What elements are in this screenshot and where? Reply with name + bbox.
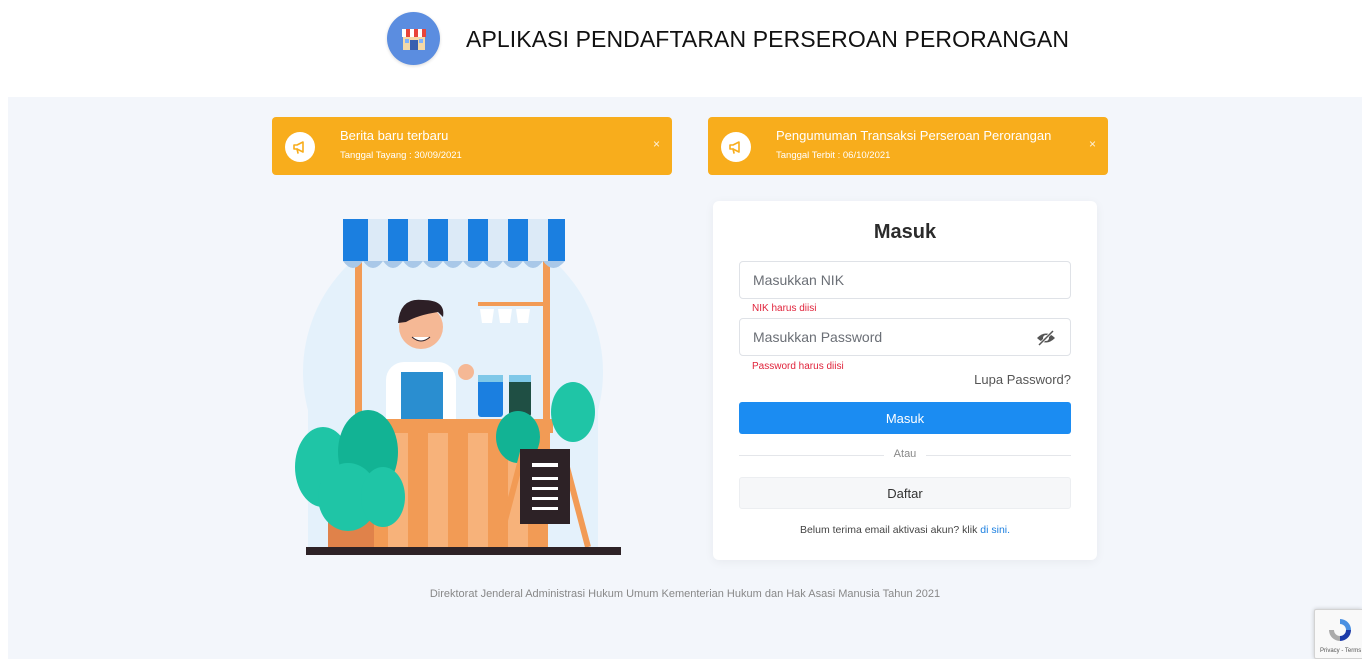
password-field[interactable] [739, 318, 1071, 356]
or-separator: Atau [893, 448, 917, 460]
eye-slash-icon[interactable] [1036, 329, 1056, 352]
recaptcha-badge[interactable]: Privacy - Terms [1314, 609, 1362, 659]
megaphone-icon [721, 132, 751, 162]
recaptcha-label[interactable]: Privacy - Terms [1320, 648, 1361, 654]
login-button[interactable]: Masuk [739, 402, 1071, 434]
close-icon[interactable]: × [653, 137, 660, 151]
shop-icon [387, 12, 440, 65]
activation-note: Belum terima email aktivasi akun? klik d… [713, 524, 1097, 536]
divider-right [926, 455, 1071, 456]
notice-announcement[interactable]: Pengumuman Transaksi Perseroan Peroranga… [708, 117, 1108, 175]
recaptcha-icon [1329, 619, 1351, 641]
main-area: Berita baru terbaru Tanggal Tayang : 30/… [8, 97, 1362, 659]
login-card: Masuk NIK harus diisi Password harus dii… [713, 201, 1097, 560]
shop-illustration [295, 219, 621, 555]
footer-text: Direktorat Jenderal Administrasi Hukum U… [429, 588, 941, 600]
megaphone-icon [285, 132, 315, 162]
app-title: APLIKASI PENDAFTARAN PERSEROAN PERORANGA… [466, 26, 1070, 52]
nik-input[interactable] [740, 262, 1070, 298]
nik-field[interactable] [739, 261, 1071, 299]
password-input[interactable] [740, 319, 1070, 355]
forgot-password-link[interactable]: Lupa Password? [974, 372, 1071, 387]
notice-news[interactable]: Berita baru terbaru Tanggal Tayang : 30/… [272, 117, 672, 175]
close-icon[interactable]: × [1089, 137, 1096, 151]
register-button[interactable]: Daftar [739, 477, 1071, 509]
notice-date: Tanggal Terbit : 06/10/2021 [776, 150, 891, 161]
password-error: Password harus diisi [752, 361, 844, 372]
login-title: Masuk [873, 221, 937, 243]
notice-date: Tanggal Tayang : 30/09/2021 [340, 150, 462, 161]
activation-text: Belum terima email aktivasi akun? klik [799, 524, 978, 536]
activation-link[interactable]: di sini. [980, 524, 1010, 536]
notice-title: Pengumuman Transaksi Perseroan Peroranga… [776, 128, 1052, 143]
nik-error: NIK harus diisi [752, 303, 817, 314]
notice-title: Berita baru terbaru [340, 128, 449, 143]
header: APLIKASI PENDAFTARAN PERSEROAN PERORANGA… [0, 0, 1362, 88]
